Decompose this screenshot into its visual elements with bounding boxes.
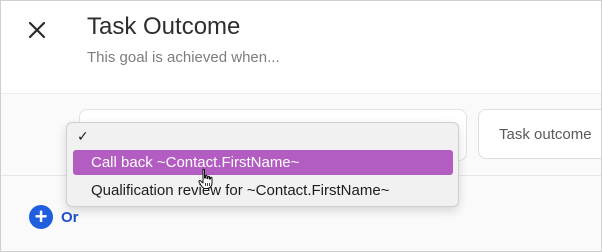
- dropdown-option-blank[interactable]: ✓: [73, 126, 453, 146]
- page-title: Task Outcome: [87, 13, 241, 40]
- close-icon: [28, 21, 46, 39]
- checkmark-icon: ✓: [77, 128, 89, 144]
- dropdown-option-call-back[interactable]: Call back ~Contact.FirstName~: [73, 150, 453, 175]
- page-subtitle: This goal is achieved when...: [87, 49, 280, 66]
- add-or-button[interactable]: + Or: [29, 205, 79, 229]
- dropdown-menu: ✓ Call back ~Contact.FirstName~ Qualific…: [66, 122, 459, 207]
- panel-header: Task Outcome This goal is achieved when.…: [1, 1, 601, 94]
- task-outcome-input[interactable]: [478, 109, 601, 159]
- dropdown-option-qualification-review[interactable]: Qualification review for ~Contact.FirstN…: [73, 178, 453, 203]
- task-outcome-panel: Task Outcome This goal is achieved when.…: [0, 0, 602, 252]
- close-button[interactable]: [23, 16, 51, 44]
- plus-circle-icon: +: [29, 205, 53, 229]
- add-or-label: Or: [61, 208, 79, 226]
